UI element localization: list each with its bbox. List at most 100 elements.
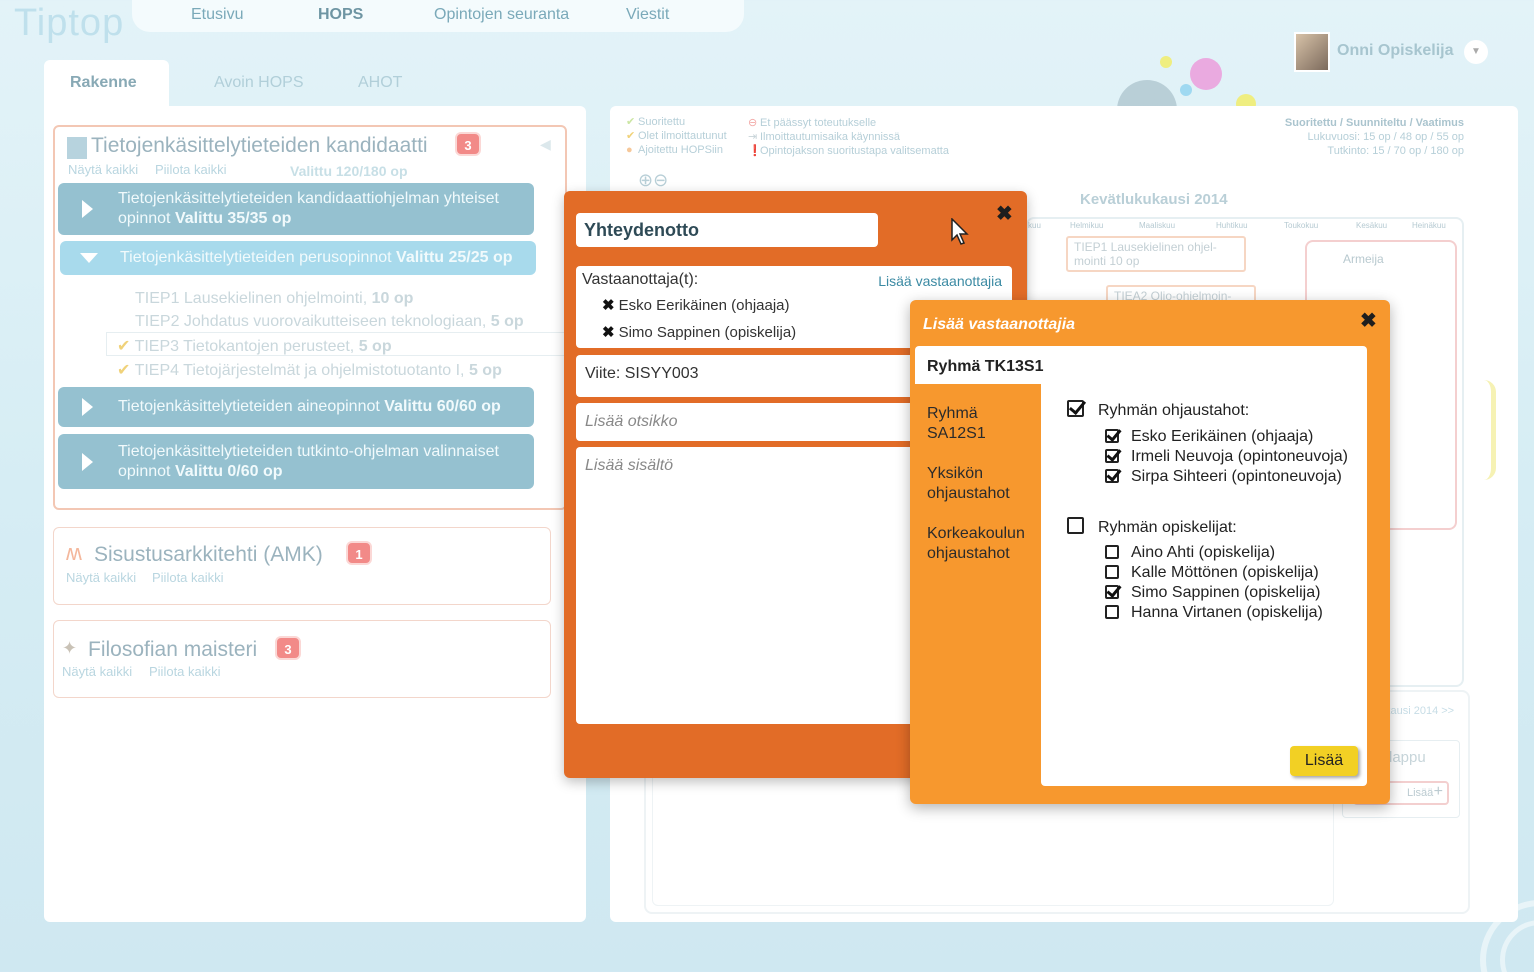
checkbox-unchecked[interactable] [1067, 517, 1084, 534]
recipient-checkbox[interactable]: Hanna Virtanen (opiskelija) [1105, 604, 1323, 622]
course-name: TIEP1 Lausekielinen ohjelmointi, [135, 290, 368, 307]
course-item[interactable]: ✔ TIEP3 Tietokantojen perusteet, 5 op [117, 336, 392, 356]
module-row[interactable]: Tietojenkäsittelytieteiden aineopinnot V… [58, 387, 534, 427]
lappu-title: lappu [1389, 749, 1426, 766]
course-item[interactable]: TIEP2 Johdatus vuorovaikutteiseen teknol… [135, 313, 524, 331]
next-term-link[interactable]: kausi 2014 >> [1385, 705, 1454, 717]
collapse-arrow-icon[interactable]: ◀ [540, 136, 551, 153]
user-menu[interactable]: Onni Opiskelija ▼ [1294, 30, 1490, 74]
close-icon[interactable]: ✖ [996, 201, 1013, 226]
decor-bubble [1160, 56, 1172, 68]
zoom-icon[interactable]: ⊕⊖ [638, 170, 668, 191]
avatar [1294, 32, 1330, 72]
course-name: TIEP3 Tietokantojen perusteet, [134, 338, 355, 355]
degree-selected: Valittu 120/180 op [290, 163, 408, 179]
add-button[interactable]: Lisää [1290, 746, 1358, 776]
checkbox-checked[interactable] [1105, 429, 1119, 443]
module-selected: Valittu 35/35 op [174, 210, 292, 227]
building-icon [67, 137, 87, 159]
check-icon: ✔ [117, 338, 131, 355]
students-group-checkbox[interactable]: Ryhmän opiskelijat: [1067, 517, 1237, 537]
next-arrow-icon[interactable] [1484, 380, 1496, 480]
nav-etusivu[interactable]: Etusivu [191, 6, 243, 24]
philosophy-logo-icon: ✦ [62, 638, 78, 658]
count-badge: 1 [346, 541, 372, 565]
module-row[interactable]: Tietojenkäsittelytieteiden tutkinto-ohje… [58, 434, 534, 489]
dialog-title: Lisää vastaanottajia [923, 316, 1076, 333]
course-card[interactable]: TIEP1 Lausekielinen ohjel- mointi 10 op [1066, 236, 1246, 272]
checkbox-checked[interactable] [1067, 400, 1084, 417]
nav-opintojen-seuranta[interactable]: Opintojen seuranta [434, 6, 569, 24]
module-name: Tietojenkäsittelytieteiden perusopinnot [120, 249, 392, 266]
legend-left: ✔ Suoritettu ✔ Olet ilmoittautunut ● Ajoite… [626, 116, 727, 156]
expand-arrow-icon [82, 200, 93, 218]
show-all-link[interactable]: Näytä kaikki [68, 162, 138, 177]
recipient-checkbox[interactable]: Sirpa Sihteeri (opintoneuvoja) [1105, 468, 1342, 486]
course-item[interactable]: ✔ TIEP4 Tietojärjestelmät ja ohjelmistot… [117, 360, 502, 380]
checkbox-checked[interactable] [1105, 449, 1119, 463]
module-selected: Valittu 0/60 op [174, 462, 283, 480]
nav-viestit[interactable]: Viestit [626, 6, 669, 24]
tab-group-sa12s1[interactable]: Ryhmä SA12S1 [927, 404, 1017, 444]
checkbox-unchecked[interactable] [1105, 605, 1119, 619]
tab-avoin-hops[interactable]: Avoin HOPS [214, 74, 304, 92]
course-item[interactable]: TIEP1 Lausekielinen ohjelmointi, 10 op [135, 290, 413, 308]
recipient-checkbox[interactable]: Simo Sappinen (opiskelija) [1105, 584, 1320, 602]
recipient-item: ✖ Esko Eerikäinen (ohjaaja) [602, 297, 790, 314]
credits-summary: Suoritettu / Suunniteltu / Vaatimus Luku… [1284, 117, 1464, 157]
remove-icon[interactable]: ✖ [602, 324, 615, 341]
checkbox-checked[interactable] [1105, 585, 1119, 599]
tab-label: Rakenne [70, 74, 137, 91]
course-credits: 5 op [490, 313, 524, 330]
chevron-down-icon[interactable]: ▼ [1464, 40, 1488, 64]
mouse-cursor-icon [951, 218, 969, 245]
recipient-checkbox[interactable]: Aino Ahti (opiskelija) [1105, 544, 1275, 562]
degree-title[interactable]: Tietojenkäsittelytieteiden kandidaatti [91, 134, 428, 158]
degree-title[interactable]: Sisustusarkkitehti (AMK) [94, 543, 323, 567]
expand-arrow-icon [82, 452, 93, 471]
recipient-checkbox[interactable]: Esko Eerikäinen (ohjaaja) [1105, 428, 1313, 446]
count-badge: 3 [275, 636, 301, 660]
recipient-checkbox[interactable]: Irmeli Neuvoja (opintoneuvoja) [1105, 448, 1348, 466]
checkbox-unchecked[interactable] [1105, 545, 1119, 559]
remove-icon[interactable]: ✖ [602, 297, 615, 314]
recipients-content: Ryhmän ohjaustahot: Esko Eerikäinen (ohj… [1041, 384, 1367, 786]
app-logo[interactable]: Tiptop [14, 2, 124, 45]
module-name: Tietojenkäsittelytieteiden aineopinnot [118, 398, 380, 415]
degree-title[interactable]: Filosofian maisteri [88, 638, 257, 662]
checkbox-unchecked[interactable] [1105, 565, 1119, 579]
tab-rakenne[interactable]: Rakenne [44, 60, 169, 108]
design-logo-icon: ʍ [66, 540, 82, 565]
top-navigation: Etusivu HOPS Opintojen seuranta Viestit [132, 0, 744, 32]
course-credits: 10 op [371, 290, 414, 307]
show-all-link[interactable]: Näytä kaikki [62, 664, 132, 679]
decor-bubble [1190, 58, 1222, 90]
tab-group-tk13s1[interactable]: Ryhmä TK13S1 [915, 346, 1367, 384]
nav-hops[interactable]: HOPS [318, 6, 363, 24]
close-icon[interactable]: ✖ [1360, 308, 1377, 333]
module-row[interactable]: Tietojenkäsittelytieteiden perusopinnot … [60, 241, 536, 275]
expand-arrow-icon [82, 398, 93, 416]
tab-university-advisors[interactable]: Korkeakoulun ohjaustahot [927, 524, 1037, 564]
recipients-label: Vastaanottaja(t): [582, 271, 699, 288]
module-row[interactable]: Tietojenkäsittelytieteiden kandidaattioh… [58, 183, 534, 235]
course-name: TIEP2 Johdatus vuorovaikutteiseen teknol… [135, 313, 487, 330]
add-recipients-dialog: Lisää vastaanottajia ✖ Ryhmä TK13S1 Ryhm… [910, 300, 1390, 804]
add-recipients-link[interactable]: Lisää vastaanottajia [878, 273, 1002, 289]
check-icon: ✔ [117, 362, 131, 379]
dialog-title: Yhteydenotto [576, 213, 878, 247]
show-all-link[interactable]: Näytä kaikki [66, 570, 136, 585]
recipient-item: ✖ Simo Sappinen (opiskelija) [602, 324, 797, 341]
collapse-arrow-icon [80, 253, 98, 263]
hide-all-link[interactable]: Piilota kaikki [152, 570, 224, 585]
recipient-checkbox[interactable]: Kalle Möttönen (opiskelija) [1105, 564, 1319, 582]
advisors-group-checkbox[interactable]: Ryhmän ohjaustahot: [1067, 400, 1249, 420]
hide-all-link[interactable]: Piilota kaikki [155, 162, 227, 177]
term-title: Kevätlukukausi 2014 [1080, 191, 1228, 208]
hide-all-link[interactable]: Piilota kaikki [149, 664, 221, 679]
checkbox-checked[interactable] [1105, 469, 1119, 483]
tab-unit-advisors[interactable]: Yksikön ohjaustahot [927, 464, 1027, 504]
decor-bubble [1180, 84, 1192, 96]
module-selected: Valittu 60/60 op [384, 398, 501, 415]
tab-ahot[interactable]: AHOT [358, 74, 402, 92]
